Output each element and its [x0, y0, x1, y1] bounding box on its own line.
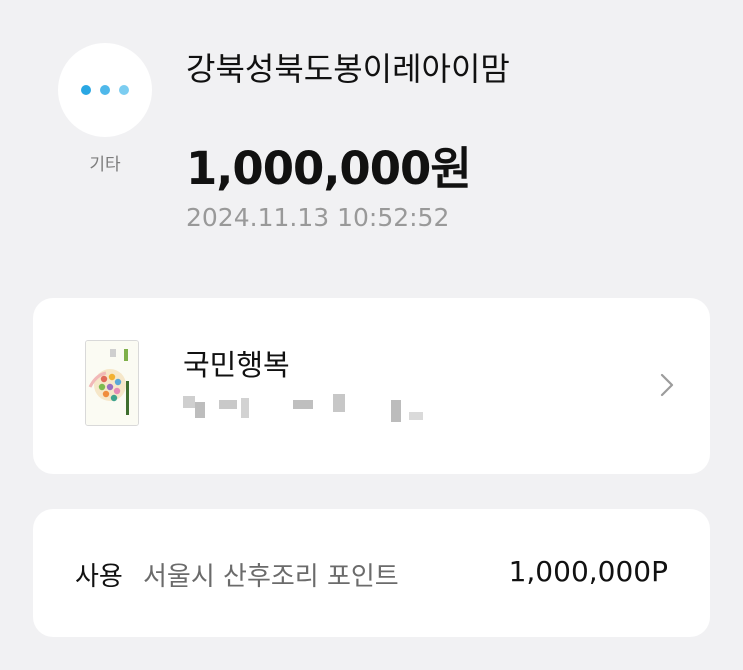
- usage-label: 사용: [75, 562, 123, 592]
- points-value: 1,000,000: [508, 555, 652, 588]
- chevron-right-icon[interactable]: [654, 372, 680, 398]
- transaction-header: 기타 강북성북도봉이레아이맘 1,000,000원 2024.11.13 10:…: [0, 0, 743, 260]
- category-label: 기타: [89, 155, 121, 175]
- payment-card-row[interactable]: 국민행복: [33, 298, 710, 474]
- more-dots-icon: [119, 85, 129, 95]
- transaction-amount: 1,000,000원: [186, 142, 472, 195]
- card-art-icon: [86, 341, 138, 425]
- category-icon-circle: [58, 43, 152, 137]
- usage-description: 서울시 산후조리 포인트: [143, 562, 399, 592]
- card-number-masked: [183, 394, 433, 422]
- transaction-datetime: 2024.11.13 10:52:52: [186, 203, 450, 232]
- merchant-name: 강북성북도봉이레아이맘: [186, 50, 510, 88]
- card-name: 국민행복: [183, 348, 290, 382]
- more-dots-icon: [81, 85, 91, 95]
- usage-points: 1,000,000P: [509, 555, 668, 588]
- points-usage-row: 사용 서울시 산후조리 포인트 1,000,000P: [33, 509, 710, 637]
- card-image: [85, 340, 139, 426]
- points-unit: P: [651, 555, 668, 588]
- more-dots-icon: [100, 85, 110, 95]
